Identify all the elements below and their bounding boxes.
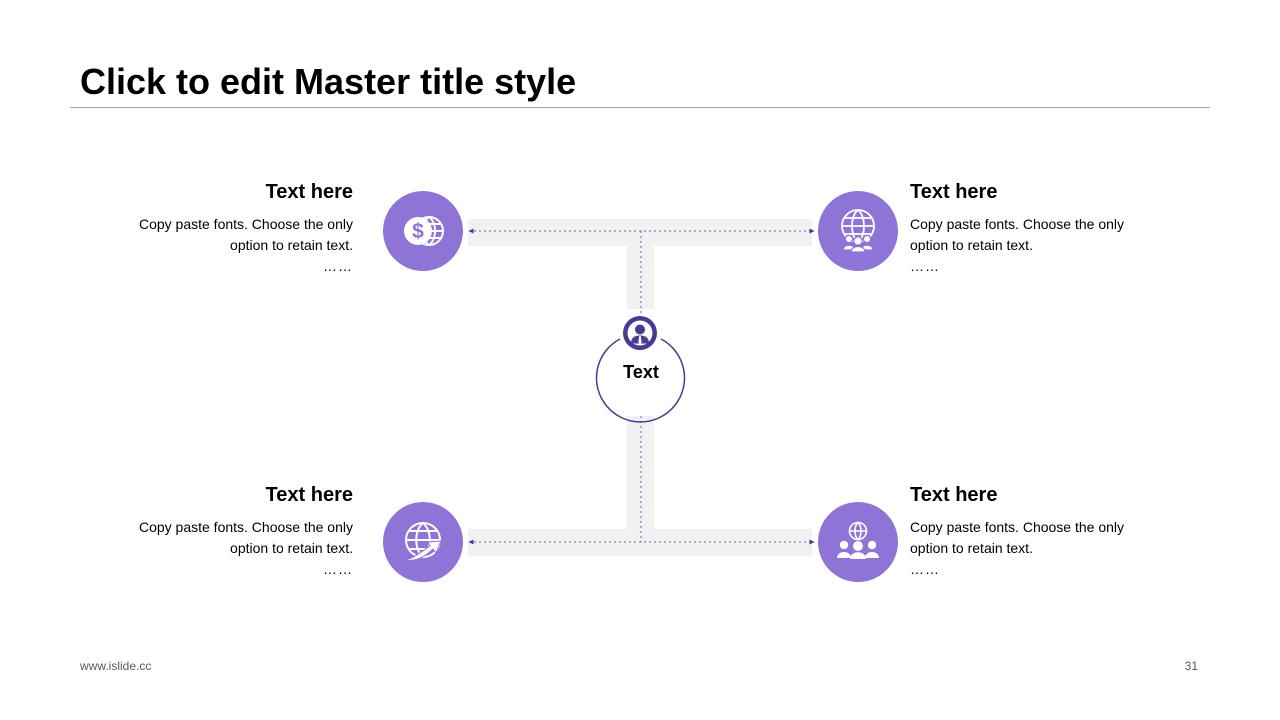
page-number: 31	[1184, 659, 1198, 673]
block-title-top-right: Text here	[910, 181, 998, 203]
person-icon	[627, 320, 653, 346]
footer-url: www.islide.cc	[80, 659, 152, 673]
block-text-top-left: Copy paste fonts. Choose the only option…	[138, 216, 353, 253]
center-label: Text	[623, 362, 659, 382]
team-globe-icon	[818, 502, 898, 582]
block-ellipsis-bottom-left: ……	[323, 561, 353, 577]
dollar-globe-icon: $	[383, 191, 463, 271]
globe-people-icon	[818, 191, 898, 271]
globe-arrow-icon	[383, 502, 463, 582]
block-ellipsis-bottom-right: ……	[910, 561, 940, 577]
block-title-bottom-right: Text here	[910, 484, 998, 506]
block-body-top-right: Copy paste fonts. Choose the only option…	[910, 214, 1150, 277]
block-text-top-right: Copy paste fonts. Choose the only option…	[910, 216, 1125, 253]
block-text-bottom-left: Copy paste fonts. Choose the only option…	[138, 519, 353, 556]
connector-diagram: $	[383, 191, 898, 582]
block-body-bottom-left: Copy paste fonts. Choose the only option…	[113, 517, 353, 580]
block-text-bottom-right: Copy paste fonts. Choose the only option…	[910, 519, 1125, 556]
block-title-bottom-left: Text here	[265, 484, 353, 506]
svg-text:$: $	[412, 220, 424, 243]
block-ellipsis-top-left: ……	[323, 258, 353, 274]
block-ellipsis-top-right: ……	[910, 258, 940, 274]
block-body-top-left: Copy paste fonts. Choose the only option…	[113, 214, 353, 277]
connector-tracks	[468, 219, 812, 556]
block-title-top-left: Text here	[265, 181, 353, 203]
block-body-bottom-right: Copy paste fonts. Choose the only option…	[910, 517, 1150, 580]
